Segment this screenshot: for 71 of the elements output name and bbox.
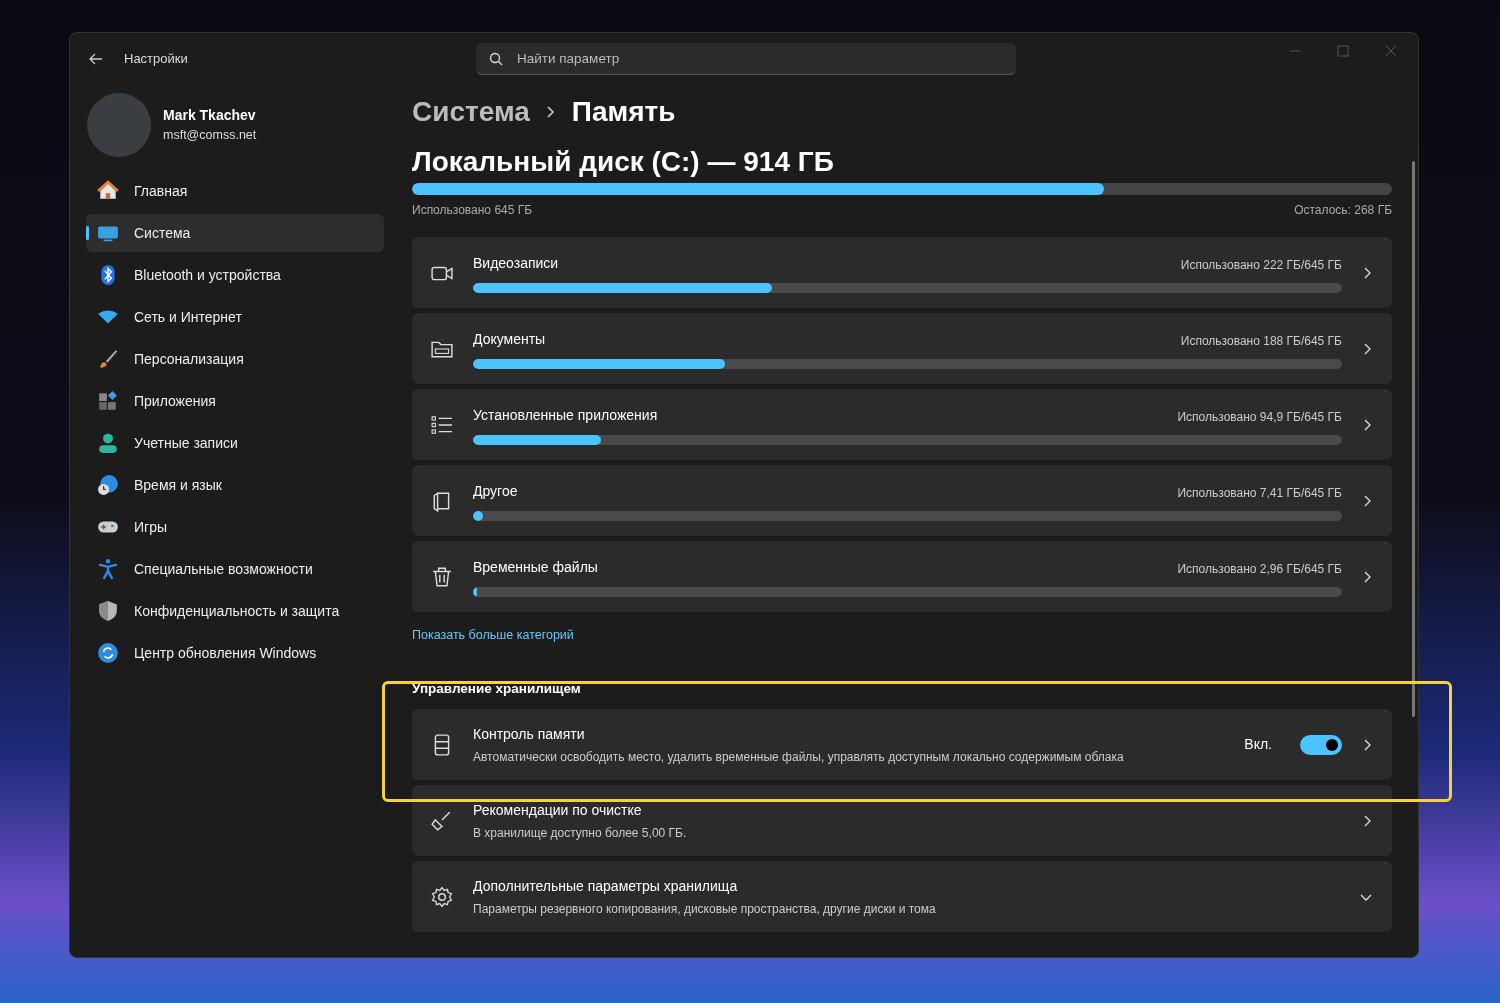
category-name: Документы [473,329,546,349]
category-name: Временные файлы [473,557,598,577]
breadcrumb-item[interactable]: Система [412,91,530,133]
chevron-right-icon [1362,494,1372,507]
chevron-right-icon [1362,570,1372,583]
sidebar-item[interactable]: Сеть и Интернет [86,298,384,336]
chevron-right-icon [1362,418,1372,431]
toggle-state-label: Вкл. [1244,735,1272,754]
category-name: Видеозаписи [473,253,559,273]
sidebar-item[interactable]: Персонализация [86,340,384,378]
sidebar-item[interactable]: Приложения [86,382,384,420]
setting-title: Контроль памяти [473,724,586,744]
shield-icon [97,600,119,622]
category-row[interactable]: Другое Использовано 7,41 ГБ/645 ГБ [412,465,1392,536]
person-icon [97,432,119,454]
disk-title: Локальный диск (C:) — 914 ГБ [412,145,835,179]
setting-description: Параметры резервного копирования, дисковые пространства, другие диски и тома [473,900,937,918]
category-name: Установленные приложения [473,405,658,425]
app-title: Настройки [124,50,188,69]
setting-description: В хранилище доступно более 5,00 ГБ. [473,824,688,842]
chevron-right-icon [545,105,556,119]
sidebar-item[interactable]: Учетные записи [86,424,384,462]
sidebar-item[interactable]: Конфиденциальность и защита [86,592,384,630]
setting-title: Дополнительные параметры хранилища [473,876,739,896]
sidebar-item[interactable]: Главная [86,172,384,210]
show-more-link[interactable]: Показать больше категорий [412,626,574,645]
sidebar-item[interactable]: Время и язык [86,466,384,504]
section-heading: Управление хранилищем [412,679,582,698]
category-row[interactable]: Установленные приложения Использовано 94,9 ГБ/645 ГБ [412,389,1392,460]
settings-row[interactable]: Контроль памяти Автоматически освободить место, удалить временные файлы, управлять доступным локально содержимым облака Вкл. [412,709,1392,780]
sidebar-item[interactable]: Система [86,214,384,252]
toggle-switch[interactable] [1300,734,1342,755]
search-field[interactable]: Найти параметр [476,43,1016,75]
house-icon [97,180,119,202]
accessibility-icon [97,558,119,580]
chevron-right-icon [1362,738,1372,751]
paintbrush-icon [97,348,119,370]
category-usage: Использовано 7,41 ГБ/645 ГБ [1177,484,1342,502]
category-usage: Использовано 188 ГБ/645 ГБ [1180,332,1342,350]
sidebar-item[interactable]: Специальные возможности [86,550,384,588]
apps-grid-icon [97,390,119,412]
sidebar-item[interactable]: Игры [86,508,384,546]
search-icon [489,52,503,66]
user-email: msft@comss.net [163,127,257,145]
chevron-right-icon [1362,342,1372,355]
category-usage: Использовано 2,96 ГБ/645 ГБ [1177,560,1342,578]
chevron-right-icon [1362,814,1372,827]
category-usage: Использовано 94,9 ГБ/645 ГБ [1177,408,1342,426]
settings-row[interactable]: Дополнительные параметры хранилища Параметры резервного копирования, дисковые пространства, другие диски и тома [412,861,1392,932]
globe-clock-icon [97,474,119,496]
back-arrow-icon[interactable] [88,51,104,67]
category-row[interactable]: Временные файлы Использовано 2,96 ГБ/645 ГБ [412,541,1392,612]
category-name: Другое [473,481,518,501]
settings-row[interactable]: Рекомендации по очистке В хранилище доступно более 5,00 ГБ. [412,785,1392,856]
list-icon [431,413,453,436]
category-row[interactable]: Видеозаписи Использовано 222 ГБ/645 ГБ [412,237,1392,308]
category-usage: Использовано 222 ГБ/645 ГБ [1180,256,1342,274]
setting-description: Автоматически освободить место, удалить временные файлы, управлять доступным локально содержимым облака [473,748,1125,766]
setting-title: Рекомендации по очистке [473,800,643,820]
sidebar-item[interactable]: Центр обновления Windows [86,634,384,672]
sidebar-item[interactable]: Bluetooth и устройства [86,256,384,294]
trash-icon [431,565,453,588]
used-space-label: Использовано 645 ГБ [412,202,533,219]
refresh-icon [97,642,119,664]
settings-icon [431,885,453,908]
category-row[interactable]: Документы Использовано 188 ГБ/645 ГБ [412,313,1392,384]
broom-icon [431,809,453,832]
free-space-label: Осталось: 268 ГБ [1294,202,1392,219]
chevron-right-icon [1362,266,1372,279]
breadcrumb-item: Память [571,95,676,129]
user-name: Mark Tkachev [163,106,257,126]
